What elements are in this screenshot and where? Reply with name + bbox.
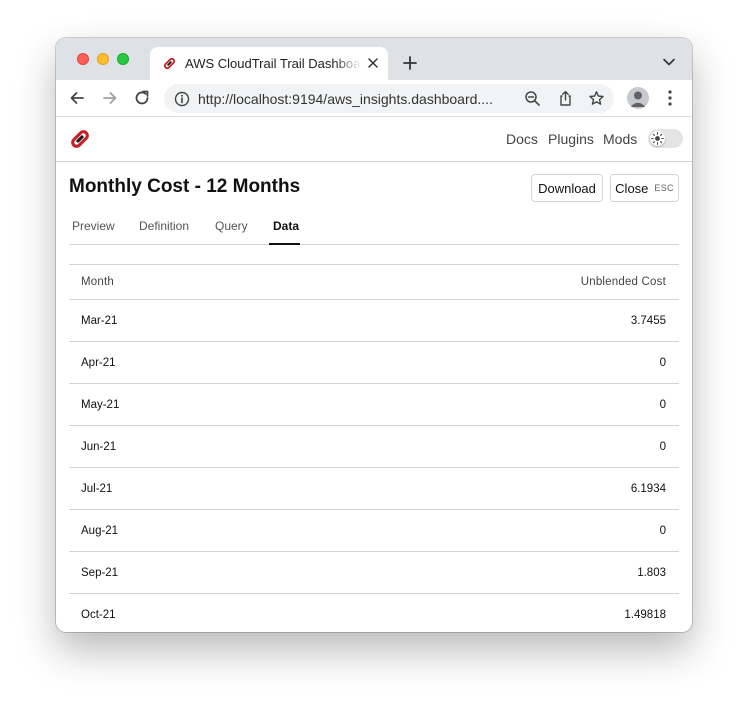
- cell-unblended-cost: 0: [659, 525, 666, 537]
- nav-docs-link[interactable]: Docs: [506, 131, 538, 147]
- tab-query[interactable]: Query: [215, 219, 248, 233]
- table-row: Jun-21 0: [69, 426, 679, 468]
- nav-plugins-link[interactable]: Plugins: [548, 131, 594, 147]
- url-text[interactable]: http://localhost:9194/aws_insights.dashb…: [198, 91, 518, 107]
- cell-unblended-cost: 6.1934: [630, 483, 666, 495]
- table-row: Apr-21 0: [69, 342, 679, 384]
- forward-arrow-icon[interactable]: [101, 89, 119, 107]
- close-button-label: Close: [615, 180, 649, 196]
- close-window-button[interactable]: [77, 53, 89, 65]
- cell-month: May-21: [81, 399, 120, 411]
- chevron-down-icon[interactable]: [662, 57, 676, 67]
- table-row: Sep-21 1.803: [69, 552, 679, 594]
- table-header-row: Month Unblended Cost: [69, 265, 679, 300]
- browser-tab[interactable]: AWS CloudTrail Trail Dashboard: [150, 47, 388, 80]
- tab-data[interactable]: Data: [273, 219, 299, 233]
- cell-month: Aug-21: [81, 525, 119, 537]
- cell-month: Jul-21: [81, 483, 113, 495]
- active-tab-indicator: [269, 243, 300, 245]
- cell-month: Apr-21: [81, 357, 116, 369]
- cell-unblended-cost: 0: [659, 441, 666, 453]
- info-icon[interactable]: [174, 91, 190, 107]
- app-header: Docs Plugins Mods: [56, 118, 692, 162]
- cell-unblended-cost: 1.49818: [624, 609, 666, 621]
- cell-month: Oct-21: [81, 609, 116, 621]
- browser-toolbar: http://localhost:9194/aws_insights.dashb…: [56, 80, 692, 117]
- table-row: Oct-21 1.49818: [69, 594, 679, 632]
- browser-window: AWS CloudTrail Trail Dashboard http://lo…: [56, 38, 692, 632]
- plus-icon[interactable]: [402, 55, 418, 71]
- cell-month: Sep-21: [81, 567, 119, 579]
- back-arrow-icon[interactable]: [68, 89, 86, 107]
- column-header-month[interactable]: Month: [81, 276, 114, 288]
- esc-shortcut-hint: ESC: [654, 183, 674, 193]
- star-icon[interactable]: [588, 90, 605, 107]
- table-row: Aug-21 0: [69, 510, 679, 552]
- cell-unblended-cost: 0: [659, 357, 666, 369]
- toggle-knob: [650, 131, 665, 146]
- steampipe-favicon: [163, 57, 176, 70]
- tab-preview[interactable]: Preview: [72, 219, 115, 233]
- avatar: [630, 91, 646, 107]
- cell-month: Jun-21: [81, 441, 117, 453]
- cell-month: Mar-21: [81, 315, 118, 327]
- cell-unblended-cost: 0: [659, 399, 666, 411]
- data-table: Month Unblended Cost Mar-21 3.7455 Apr-2…: [69, 264, 679, 632]
- address-bar[interactable]: http://localhost:9194/aws_insights.dashb…: [164, 84, 614, 113]
- tab-title: AWS CloudTrail Trail Dashboard: [185, 56, 361, 71]
- cell-unblended-cost: 3.7455: [630, 315, 666, 327]
- nav-mods-link[interactable]: Mods: [603, 131, 637, 147]
- zoom-out-icon[interactable]: [524, 90, 541, 107]
- page-title: Monthly Cost - 12 Months: [69, 176, 301, 197]
- minimize-window-button[interactable]: [97, 53, 109, 65]
- tab-strip: AWS CloudTrail Trail Dashboard: [56, 38, 692, 80]
- table-row: Jul-21 6.1934: [69, 468, 679, 510]
- download-button[interactable]: Download: [531, 174, 603, 202]
- share-icon[interactable]: [557, 90, 574, 107]
- close-button[interactable]: Close ESC: [610, 174, 679, 202]
- profile-icon[interactable]: [627, 87, 649, 109]
- reload-icon[interactable]: [133, 89, 151, 107]
- zoom-window-button[interactable]: [117, 53, 129, 65]
- close-icon[interactable]: [366, 56, 380, 70]
- table-row: May-21 0: [69, 384, 679, 426]
- sun-icon: [651, 132, 664, 145]
- column-header-unblended-cost[interactable]: Unblended Cost: [581, 276, 666, 288]
- kebab-menu-icon[interactable]: [663, 89, 677, 107]
- cell-unblended-cost: 1.803: [637, 567, 666, 579]
- tab-definition[interactable]: Definition: [139, 219, 189, 233]
- theme-toggle[interactable]: [648, 129, 683, 148]
- table-row: Mar-21 3.7455: [69, 300, 679, 342]
- panel-tabs: Preview Definition Query Data: [69, 214, 679, 245]
- steampipe-logo[interactable]: [69, 128, 91, 150]
